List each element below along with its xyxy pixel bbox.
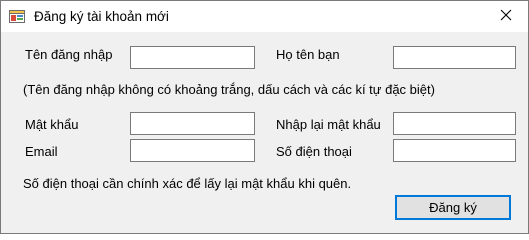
email-label: Email (25, 144, 58, 159)
register-button[interactable]: Đăng ký (395, 195, 511, 220)
close-icon (500, 9, 512, 24)
app-form-icon (9, 9, 25, 25)
confirm-password-field[interactable] (393, 112, 516, 135)
close-button[interactable] (484, 1, 528, 31)
confirm-password-label: Nhập lại mật khẩu (276, 117, 381, 132)
email-field[interactable] (130, 139, 255, 162)
phone-field[interactable] (393, 139, 516, 162)
username-field[interactable] (130, 46, 255, 69)
username-label: Tên đăng nhập (25, 47, 113, 62)
title-bar: Đăng ký tài khoản mới (1, 1, 528, 32)
phone-note: Số điện thoại cần chính xác để lấy lại m… (23, 176, 352, 191)
form-area: Tên đăng nhập Họ tên bạn (Tên đăng nhập … (1, 32, 528, 233)
window-title: Đăng ký tài khoản mới (34, 9, 169, 24)
fullname-label: Họ tên bạn (276, 47, 340, 62)
fullname-field[interactable] (393, 46, 516, 69)
phone-label: Số điện thoại (276, 144, 352, 159)
password-field[interactable] (130, 112, 255, 135)
username-hint: (Tên đăng nhập không có khoảng trắng, dấ… (23, 82, 435, 97)
password-label: Mật khẩu (25, 117, 79, 132)
register-dialog: Đăng ký tài khoản mới Tên đăng nhập Họ t… (0, 0, 529, 234)
